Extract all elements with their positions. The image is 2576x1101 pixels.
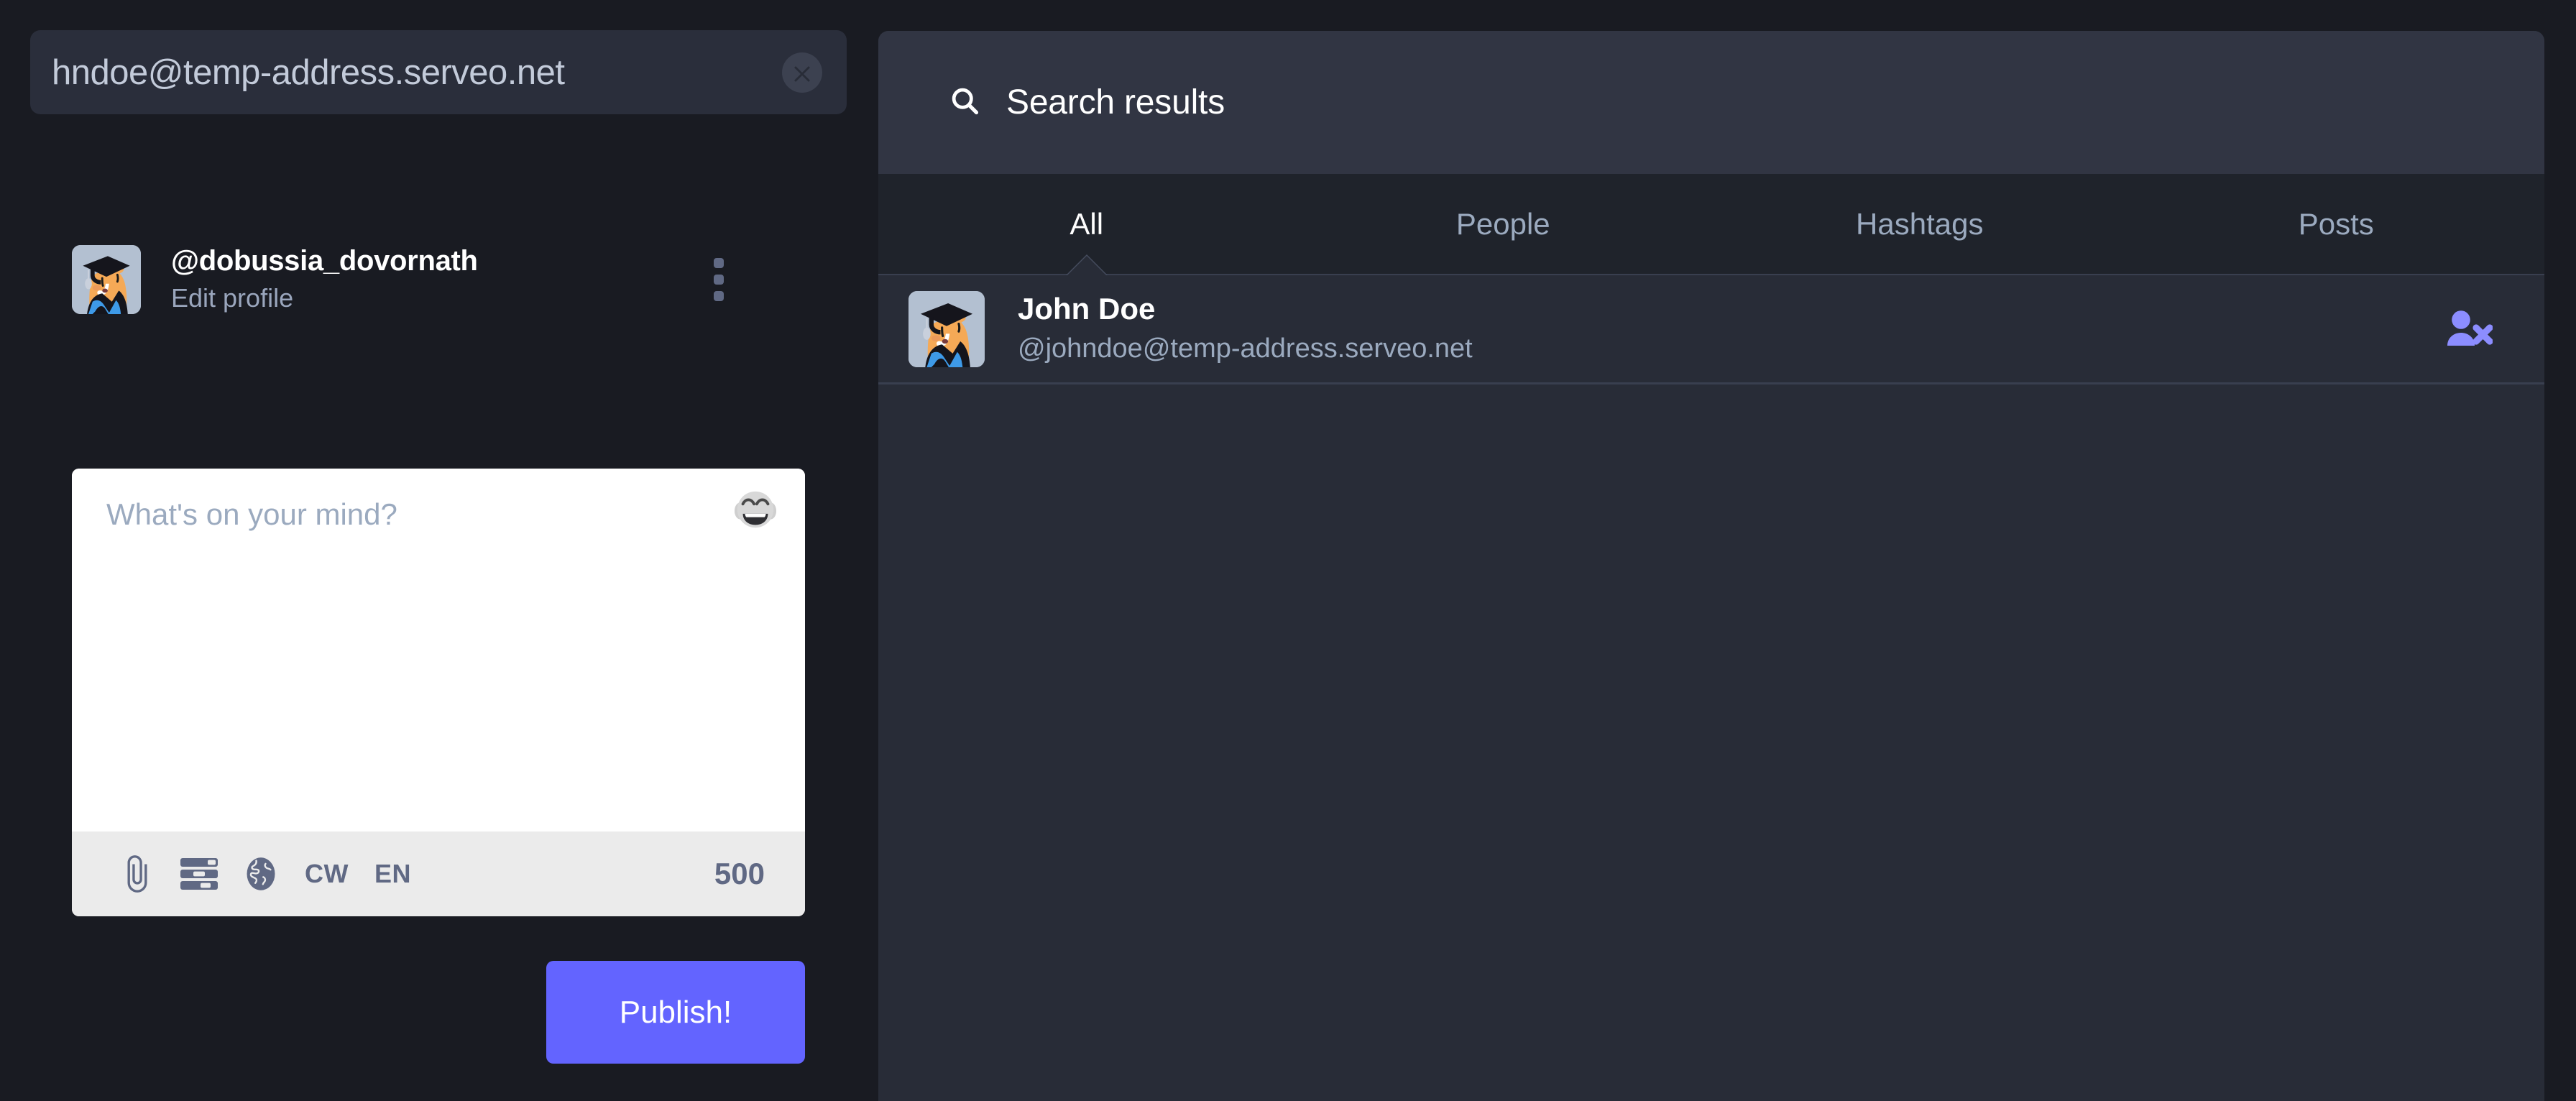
left-column: @dobussia_dovornath Edit profile [0, 0, 878, 1101]
avatar [908, 290, 985, 367]
character-counter: 500 [714, 857, 765, 890]
avatar [72, 245, 141, 314]
profile-text: @dobussia_dovornath Edit profile [171, 244, 478, 315]
right-column: Search results All People Hashtags Posts [878, 0, 2544, 1101]
search-results-panel: Search results All People Hashtags Posts [878, 31, 2544, 1101]
profile-row[interactable]: @dobussia_dovornath Edit profile [72, 237, 805, 322]
menu-dot [714, 275, 724, 285]
globe-icon[interactable] [230, 831, 292, 916]
search-box[interactable] [30, 30, 847, 114]
person-remove-icon[interactable] [2444, 304, 2494, 354]
ellipsis-vertical-icon[interactable] [704, 251, 733, 308]
result-item[interactable]: John Doe @johndoe@temp-address.serveo.ne… [878, 275, 2544, 384]
tab-hashtags[interactable]: Hashtags [1711, 173, 2128, 275]
app-root: @dobussia_dovornath Edit profile [0, 0, 2576, 1101]
paperclip-icon[interactable] [106, 831, 168, 916]
tab-people[interactable]: People [1295, 173, 1712, 275]
compose-area [72, 469, 805, 831]
poll-icon[interactable] [168, 831, 230, 916]
compose-textarea[interactable] [72, 469, 805, 831]
menu-dot [714, 291, 724, 301]
laughing-emoji-icon[interactable] [732, 486, 779, 533]
edit-profile-link[interactable]: Edit profile [171, 282, 478, 315]
result-account-handle: @johndoe@temp-address.serveo.net [1018, 333, 1473, 364]
result-text: John Doe @johndoe@temp-address.serveo.ne… [1018, 291, 1473, 367]
search-input[interactable] [30, 52, 782, 93]
search-icon [949, 85, 980, 120]
profile-handle: @dobussia_dovornath [171, 244, 478, 277]
results-tabs: All People Hashtags Posts [878, 174, 2544, 275]
menu-dot [714, 258, 724, 268]
tab-posts[interactable]: Posts [2128, 173, 2545, 275]
search-results-header: Search results [878, 31, 2544, 174]
language-button[interactable]: EN [362, 831, 424, 916]
publish-button[interactable]: Publish! [546, 961, 805, 1064]
compose-box: CW EN 500 [72, 469, 805, 916]
result-display-name: John Doe [1018, 291, 1156, 326]
compose-toolbar: CW EN 500 [72, 831, 805, 916]
tab-all[interactable]: All [878, 173, 1295, 275]
content-warning-button[interactable]: CW [292, 831, 362, 916]
close-circle-icon[interactable] [782, 52, 822, 93]
page-title: Search results [1006, 83, 1225, 121]
